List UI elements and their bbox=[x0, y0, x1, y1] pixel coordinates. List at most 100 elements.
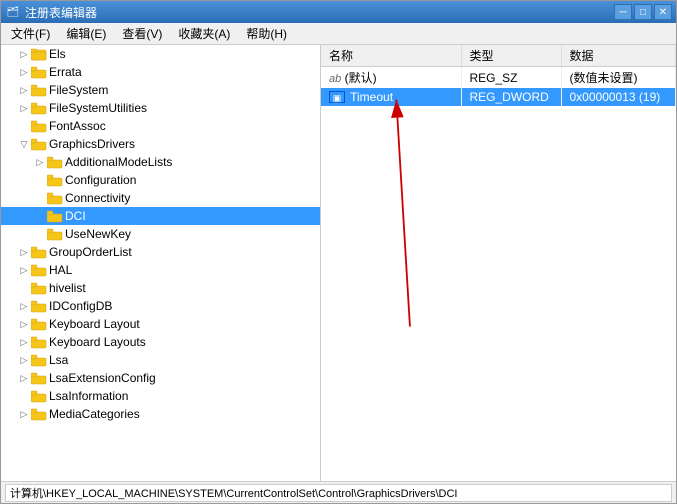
tree-label-keyboardlayouts: Keyboard Layouts bbox=[49, 335, 146, 349]
expander-grouporderlist[interactable]: ▷ bbox=[17, 245, 31, 259]
folder-icon-hal bbox=[31, 263, 47, 277]
folder-icon-els bbox=[31, 47, 47, 61]
minimize-button[interactable]: ─ bbox=[614, 4, 632, 20]
tree-item-filesystem[interactable]: ▷ FileSystem bbox=[1, 81, 320, 99]
folder-icon-keyboardlayout bbox=[31, 317, 47, 331]
expander-additionalmodelists[interactable]: ▷ bbox=[33, 155, 47, 169]
tree-label-lsaextensionconfig: LsaExtensionConfig bbox=[49, 371, 156, 385]
window-icon: 🗂 bbox=[5, 4, 21, 20]
tree-item-idconfigdb[interactable]: ▷ IDConfigDB bbox=[1, 297, 320, 315]
folder-icon-filesystem bbox=[31, 83, 47, 97]
col-header-data[interactable]: 数据 bbox=[561, 45, 676, 67]
status-path: 计算机\HKEY_LOCAL_MACHINE\SYSTEM\CurrentCon… bbox=[10, 485, 457, 501]
tree-label-filesystemutilities: FileSystemUtilities bbox=[49, 101, 147, 115]
folder-icon-dci bbox=[47, 209, 63, 223]
tree-label-usenewkey: UseNewKey bbox=[65, 227, 131, 241]
col-header-name[interactable]: 名称 bbox=[321, 45, 461, 67]
tree-item-connectivity[interactable]: ▷ Connectivity bbox=[1, 189, 320, 207]
folder-icon-idconfigdb bbox=[31, 299, 47, 313]
cell-name-timeout: ▣ Timeout bbox=[321, 88, 461, 106]
tree-label-connectivity: Connectivity bbox=[65, 191, 130, 205]
menu-view[interactable]: 查看(V) bbox=[114, 23, 170, 44]
folder-icon-usenewkey bbox=[47, 227, 63, 241]
expander-dci: ▷ bbox=[33, 209, 47, 223]
menu-help[interactable]: 帮助(H) bbox=[238, 23, 295, 44]
expander-hal[interactable]: ▷ bbox=[17, 263, 31, 277]
tree-item-dci[interactable]: ▷ DCI bbox=[1, 207, 320, 225]
tree-item-lsaextensionconfig[interactable]: ▷ LsaExtensionConfig bbox=[1, 369, 320, 387]
folder-icon-lsaextensionconfig bbox=[31, 371, 47, 385]
tree-item-usenewkey[interactable]: ▷ UseNewKey bbox=[1, 225, 320, 243]
tree-item-lsa[interactable]: ▷ Lsa bbox=[1, 351, 320, 369]
expander-connectivity: ▷ bbox=[33, 191, 47, 205]
tree-item-lsainformation[interactable]: ▷ LsaInformation bbox=[1, 387, 320, 405]
menu-bar: 文件(F) 编辑(E) 查看(V) 收藏夹(A) 帮助(H) bbox=[1, 23, 676, 45]
expander-keyboardlayouts[interactable]: ▷ bbox=[17, 335, 31, 349]
tree-label-additionalmodelists: AdditionalModeLists bbox=[65, 155, 172, 169]
expander-lsa[interactable]: ▷ bbox=[17, 353, 31, 367]
tree-item-keyboardlayouts[interactable]: ▷ Keyboard Layouts bbox=[1, 333, 320, 351]
dword-icon: ▣ bbox=[329, 91, 345, 103]
maximize-button[interactable]: □ bbox=[634, 4, 652, 20]
expander-mediacategories[interactable]: ▷ bbox=[17, 407, 31, 421]
folder-icon-fontassoc bbox=[31, 119, 47, 133]
tree-item-hivelist[interactable]: ▷ hivelist bbox=[1, 279, 320, 297]
tree-item-graphicsdrivers[interactable]: ▽ GraphicsDrivers bbox=[1, 135, 320, 153]
window-title: 注册表编辑器 bbox=[25, 4, 614, 21]
tree-label-filesystem: FileSystem bbox=[49, 83, 108, 97]
tree-label-dci: DCI bbox=[65, 209, 86, 223]
menu-favorites[interactable]: 收藏夹(A) bbox=[170, 23, 238, 44]
table-row[interactable]: ▣ Timeout REG_DWORD 0x00000013 (19) bbox=[321, 88, 676, 106]
tree-item-els[interactable]: ▷ Els bbox=[1, 45, 320, 63]
expander-errata[interactable]: ▷ bbox=[17, 65, 31, 79]
tree-label-mediacategories: MediaCategories bbox=[49, 407, 140, 421]
tree-label-fontassoc: FontAssoc bbox=[49, 119, 106, 133]
tree-item-keyboardlayout[interactable]: ▷ Keyboard Layout bbox=[1, 315, 320, 333]
expander-els[interactable]: ▷ bbox=[17, 47, 31, 61]
expander-hivelist: ▷ bbox=[17, 281, 31, 295]
tree-label-lsainformation: LsaInformation bbox=[49, 389, 128, 403]
folder-icon-configuration bbox=[47, 173, 63, 187]
status-bar-text: 计算机\HKEY_LOCAL_MACHINE\SYSTEM\CurrentCon… bbox=[5, 484, 672, 502]
tree-item-filesystemutilities[interactable]: ▷ FileSystemUtilities bbox=[1, 99, 320, 117]
tree-item-grouporderlist[interactable]: ▷ GroupOrderList bbox=[1, 243, 320, 261]
expander-filesystem[interactable]: ▷ bbox=[17, 83, 31, 97]
tree-item-configuration[interactable]: ▷ Configuration bbox=[1, 171, 320, 189]
ab-icon: ab bbox=[329, 73, 341, 85]
tree-item-additionalmodelists[interactable]: ▷ AdditionalModeLists bbox=[1, 153, 320, 171]
tree-label-hivelist: hivelist bbox=[49, 281, 86, 295]
expander-lsainformation: ▷ bbox=[17, 389, 31, 403]
expander-idconfigdb[interactable]: ▷ bbox=[17, 299, 31, 313]
annotation-arrow bbox=[321, 45, 676, 481]
folder-icon-connectivity bbox=[47, 191, 63, 205]
registry-tree[interactable]: ▷ Els ▷ Errata ▷ FileSystem bbox=[1, 45, 321, 481]
registry-table: 名称 类型 数据 ab (默认) REG_SZ (数值未设置) bbox=[321, 45, 676, 106]
tree-item-errata[interactable]: ▷ Errata bbox=[1, 63, 320, 81]
folder-icon-errata bbox=[31, 65, 47, 79]
cell-type-default: REG_SZ bbox=[461, 67, 561, 89]
expander-graphicsdrivers[interactable]: ▽ bbox=[17, 137, 31, 151]
main-area: ▷ Els ▷ Errata ▷ FileSystem bbox=[1, 45, 676, 481]
cell-type-timeout: REG_DWORD bbox=[461, 88, 561, 106]
table-row[interactable]: ab (默认) REG_SZ (数值未设置) bbox=[321, 67, 676, 89]
expander-lsaextensionconfig[interactable]: ▷ bbox=[17, 371, 31, 385]
expander-usenewkey: ▷ bbox=[33, 227, 47, 241]
expander-keyboardlayout[interactable]: ▷ bbox=[17, 317, 31, 331]
tree-label-configuration: Configuration bbox=[65, 173, 136, 187]
tree-label-els: Els bbox=[49, 47, 66, 61]
tree-item-hal[interactable]: ▷ HAL bbox=[1, 261, 320, 279]
tree-label-hal: HAL bbox=[49, 263, 72, 277]
menu-file[interactable]: 文件(F) bbox=[3, 23, 58, 44]
menu-edit[interactable]: 编辑(E) bbox=[58, 23, 114, 44]
tree-item-mediacategories[interactable]: ▷ MediaCategories bbox=[1, 405, 320, 423]
folder-icon-lsainformation bbox=[31, 389, 47, 403]
col-header-type[interactable]: 类型 bbox=[461, 45, 561, 67]
expander-filesystemutilities[interactable]: ▷ bbox=[17, 101, 31, 115]
tree-item-fontassoc[interactable]: ▷ FontAssoc bbox=[1, 117, 320, 135]
close-button[interactable]: ✕ bbox=[654, 4, 672, 20]
tree-label-graphicsdrivers: GraphicsDrivers bbox=[49, 137, 135, 151]
folder-icon-mediacategories bbox=[31, 407, 47, 421]
registry-values-panel: 名称 类型 数据 ab (默认) REG_SZ (数值未设置) bbox=[321, 45, 676, 481]
cell-data-default: (数值未设置) bbox=[561, 67, 676, 89]
tree-label-keyboardlayout: Keyboard Layout bbox=[49, 317, 140, 331]
